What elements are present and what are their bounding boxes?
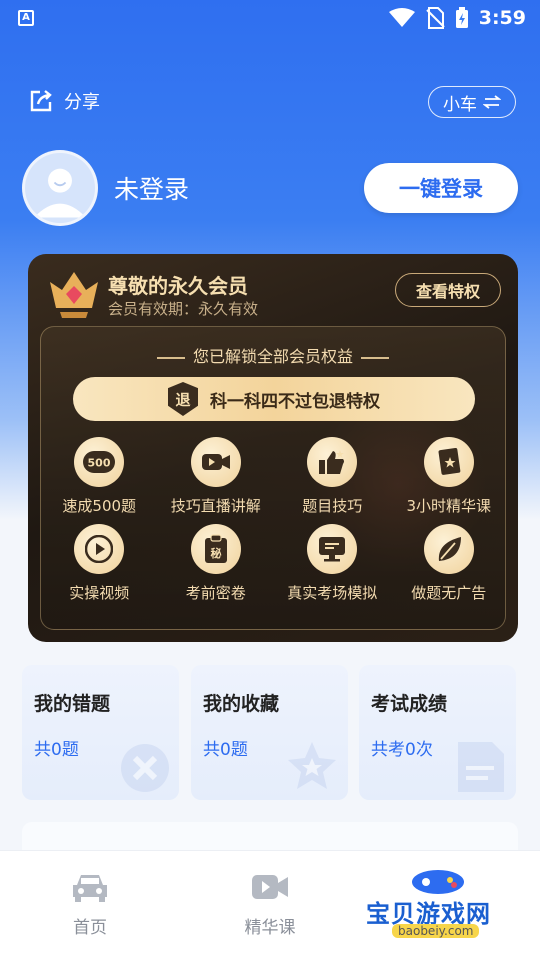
username: 未登录 [114, 175, 190, 204]
benefit-item[interactable]: 做题无广告 [391, 524, 508, 603]
gamepad-icon [412, 870, 464, 894]
benefit-label: 实操视频 [69, 584, 130, 602]
share-label: 分享 [64, 92, 100, 113]
vip-title: 尊敬的永久会员 [108, 274, 248, 298]
benefit-item[interactable]: 真实考场模拟 [274, 524, 391, 603]
vip-crown-icon [50, 272, 98, 318]
benefit-label: 做题无广告 [411, 584, 487, 602]
secret-clipboard-text: 秘 [210, 546, 221, 560]
card-title: 我的错题 [34, 693, 111, 715]
500-badge-text: 500 [88, 457, 111, 470]
play-icon [74, 524, 125, 574]
vip-card: 尊敬的永久会员 会员有效期：永久有效 查看特权 您已解锁全部会员权益 退 科一科… [28, 254, 518, 642]
benefit-label: 题目技巧 [302, 497, 363, 515]
refund-privilege-banner[interactable]: 退 科一科四不过包退特权 [73, 377, 475, 421]
nav-featured-courses[interactable]: 精华课 [220, 871, 320, 938]
benefit-item[interactable]: 3小时精华课 [391, 437, 508, 516]
card-value: 共0题 [34, 740, 79, 760]
vip-expiry: 会员有效期：永久有效 [108, 300, 259, 318]
benefit-label: 真实考场模拟 [287, 584, 378, 602]
watermark-url: baobeiy.com [392, 924, 480, 938]
exam-scores-card[interactable]: 考试成绩 共考0次 [359, 665, 516, 800]
no-sim-icon [426, 7, 445, 29]
vip-benefits-panel: 您已解锁全部会员权益 退 科一科四不过包退特权 500 速成500题 技巧直播讲… [40, 326, 506, 630]
star-book-icon [423, 437, 474, 487]
vehicle-type-switch[interactable]: 小车 [428, 86, 516, 118]
battery-icon [455, 7, 468, 28]
clock: 3:59 [478, 7, 526, 29]
benefits-grid: 500 速成500题 技巧直播讲解 题目技巧 3小时精华课 实操视频 秘 考前密… [41, 437, 507, 603]
one-click-login-button[interactable]: 一键登录 [364, 163, 518, 213]
card-title: 考试成绩 [371, 693, 448, 715]
benefit-label: 速成500题 [62, 497, 137, 515]
unlocked-text: 您已解锁全部会员权益 [192, 347, 353, 366]
divider [156, 356, 185, 359]
card-title: 我的收藏 [203, 693, 280, 715]
refund-text: 科一科四不过包退特权 [210, 391, 380, 412]
wrong-questions-card[interactable]: 我的错题 共0题 [22, 665, 179, 800]
monitor-icon [307, 524, 358, 574]
nav-label: 精华课 [244, 918, 296, 938]
cross-icon [121, 744, 169, 792]
avatar[interactable] [22, 150, 98, 226]
video-icon [252, 875, 288, 899]
benefit-item[interactable]: 500 速成500题 [41, 437, 158, 516]
thumbs-up-icon [307, 437, 358, 487]
benefit-item[interactable]: 题目技巧 [274, 437, 391, 516]
card-value: 共0题 [203, 740, 248, 760]
video-camera-icon [190, 437, 241, 487]
card-value: 共考0次 [371, 740, 433, 760]
default-user-icon [34, 168, 86, 218]
vehicle-type-label: 小车 [443, 94, 477, 115]
status-bar: A 3:59 [0, 0, 540, 36]
car-icon [73, 875, 107, 902]
secret-clipboard-icon: 秘 [190, 524, 241, 574]
unlocked-heading: 您已解锁全部会员权益 [41, 343, 505, 367]
benefit-item[interactable]: 秘 考前密卷 [158, 524, 275, 603]
view-privileges-button[interactable]: 查看特权 [395, 273, 501, 307]
divider [361, 356, 389, 359]
swap-icon [483, 95, 501, 109]
benefit-label: 考前密卷 [185, 584, 246, 602]
nav-home[interactable]: 首页 [40, 871, 140, 938]
benefit-item[interactable]: 技巧直播讲解 [158, 437, 275, 516]
benefit-label: 3小时精华课 [406, 497, 492, 515]
share-icon [30, 90, 52, 112]
site-watermark: 宝贝游戏网 baobeiy.com [362, 866, 512, 950]
benefit-label: 技巧直播讲解 [170, 497, 261, 515]
benefit-item[interactable]: 实操视频 [41, 524, 158, 603]
refund-shield-icon: 退 [168, 382, 198, 416]
favorites-card[interactable]: 我的收藏 共0题 [191, 665, 348, 800]
share-button[interactable]: 分享 [28, 88, 100, 114]
500-badge-icon: 500 [74, 437, 125, 487]
leaf-icon [423, 524, 474, 574]
star-icon [288, 742, 336, 789]
app-notification-icon: A [18, 10, 34, 26]
wifi-icon [388, 8, 415, 27]
score-sheet-icon [458, 742, 504, 792]
nav-label: 首页 [73, 918, 107, 938]
